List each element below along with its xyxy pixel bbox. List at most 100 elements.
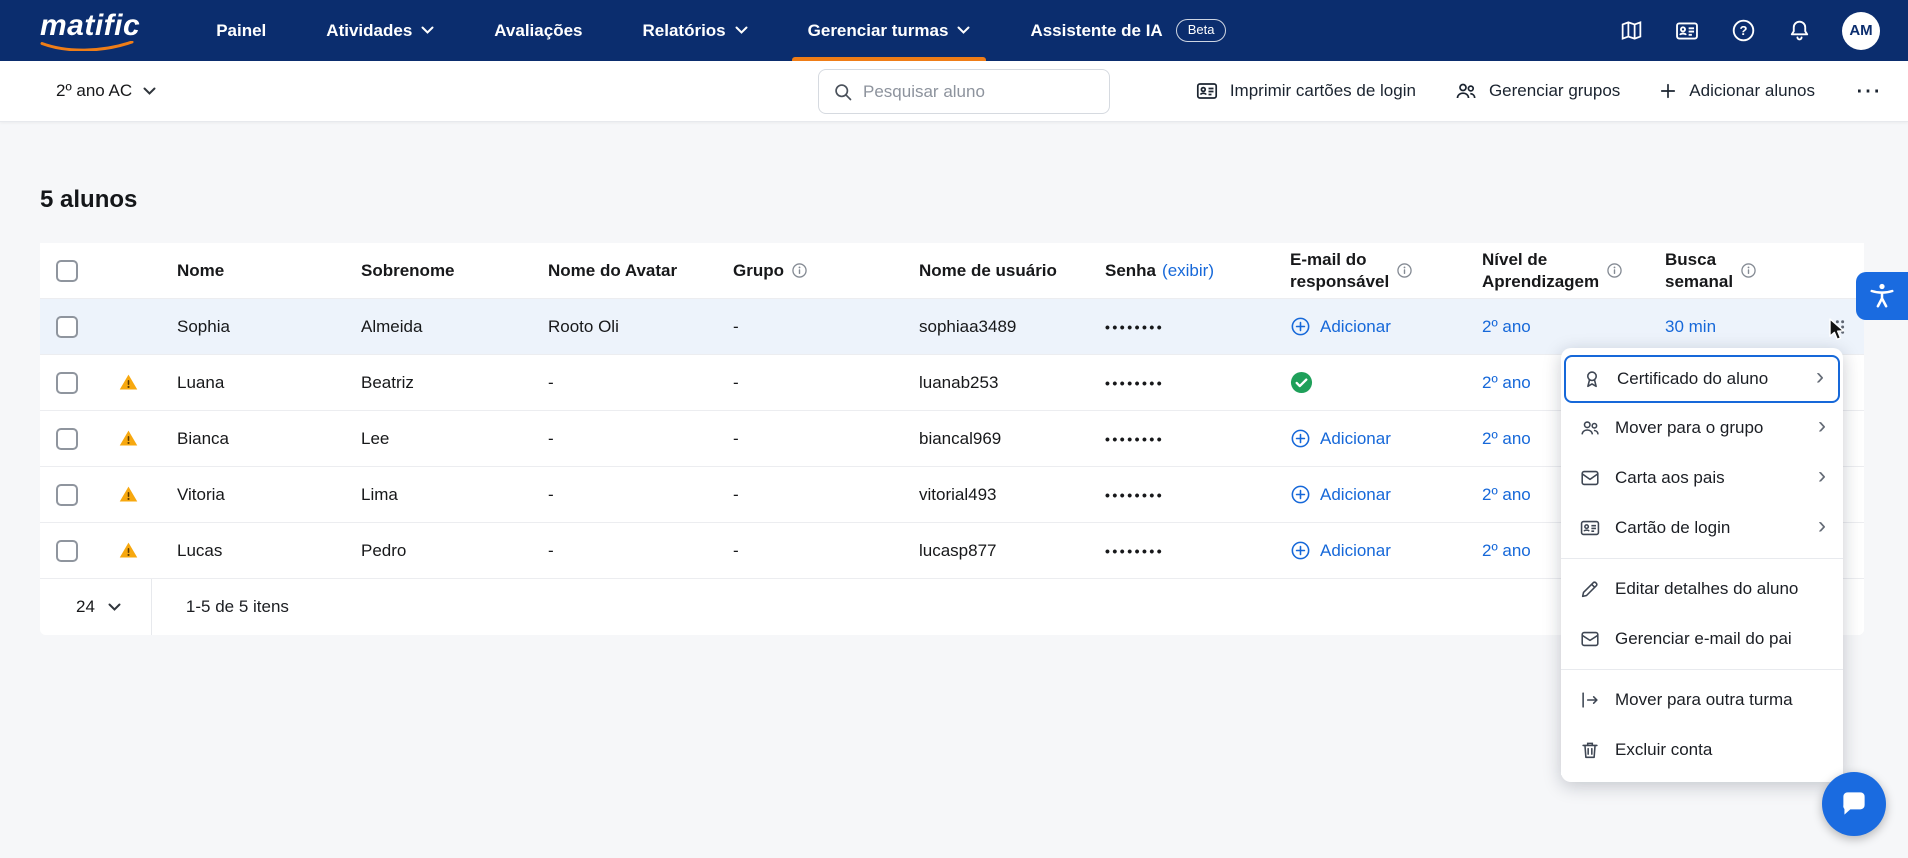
- help-icon[interactable]: ?: [1730, 18, 1756, 44]
- nav-item-gerenciar-turmas[interactable]: Gerenciar turmas: [791, 0, 987, 61]
- plus-circle-icon: [1291, 429, 1310, 448]
- menu-item-label: Mover para o grupo: [1615, 418, 1764, 437]
- button-label: Gerenciar grupos: [1488, 81, 1621, 100]
- nav-item-atividades[interactable]: Atividades: [326, 0, 434, 61]
- info-icon[interactable]: [1397, 263, 1412, 278]
- menu-item-mover-para-o-grupo[interactable]: Mover para o grupo ›: [1561, 403, 1843, 453]
- password-dots: ••••••••: [1105, 486, 1165, 503]
- learning-level-link[interactable]: 2º ano: [1482, 541, 1531, 561]
- header-grupo: Grupo: [733, 261, 919, 281]
- nav-item-relatorios[interactable]: Relatórios: [643, 0, 748, 61]
- header-nivel-aprendizagem: Nível de Aprendizagem: [1482, 249, 1665, 292]
- manage-groups-button[interactable]: Gerenciar grupos: [1454, 79, 1620, 103]
- accessibility-icon: [1870, 283, 1894, 308]
- logo-swoosh-icon: [40, 40, 134, 51]
- chevron-down-icon: [735, 26, 748, 34]
- header-nome-do-avatar: Nome do Avatar: [548, 260, 678, 280]
- menu-divider: [1561, 558, 1843, 559]
- chat-bubble-icon: [1843, 792, 1865, 815]
- select-all-checkbox[interactable]: [56, 259, 78, 282]
- students-count-title: 5 alunos: [40, 186, 138, 213]
- add-email-link[interactable]: Adicionar: [1290, 428, 1391, 449]
- cell-name: Luana: [177, 372, 225, 392]
- menu-item-cartao-de-login[interactable]: Cartão de login ›: [1561, 503, 1843, 553]
- row-checkbox[interactable]: [56, 539, 78, 562]
- group-icon: [1578, 417, 1601, 439]
- row-checkbox[interactable]: [56, 483, 78, 506]
- row-checkbox[interactable]: [56, 371, 78, 394]
- table-header-row: Nome Sobrenome Nome do Avatar Grupo Nome…: [40, 243, 1864, 299]
- user-avatar[interactable]: AM: [1842, 11, 1880, 50]
- weekly-search-link[interactable]: 30 min: [1665, 317, 1716, 337]
- header-nome-de-usuario: Nome de usuário: [919, 260, 1057, 280]
- page-size-selector[interactable]: 24: [40, 579, 151, 635]
- learning-level-link[interactable]: 2º ano: [1482, 485, 1531, 505]
- menu-item-label: Gerenciar e-mail do pai: [1615, 629, 1792, 648]
- svg-text:?: ?: [1739, 23, 1747, 38]
- row-checkbox[interactable]: [56, 315, 78, 338]
- add-email-link[interactable]: Adicionar: [1290, 540, 1391, 561]
- chevron-right-icon: ›: [1818, 462, 1826, 489]
- menu-item-certificado-do-aluno[interactable]: Certificado do aluno ›: [1564, 355, 1840, 403]
- add-students-button[interactable]: Adicionar alunos: [1658, 81, 1815, 101]
- menu-item-excluir-conta[interactable]: Excluir conta: [1561, 725, 1843, 775]
- nav-item-painel[interactable]: Painel: [216, 0, 266, 61]
- chat-launcher-button[interactable]: [1822, 772, 1886, 836]
- cell-username: luanab253: [919, 372, 999, 392]
- class-selector-label: 2º ano AC: [56, 81, 133, 100]
- cell-avatar-name: -: [548, 428, 554, 448]
- learning-level-link[interactable]: 2º ano: [1482, 317, 1531, 337]
- print-login-cards-button[interactable]: Imprimir cartões de login: [1195, 79, 1416, 103]
- row-context-menu: Certificado do aluno › Mover para o grup…: [1561, 348, 1843, 782]
- info-icon[interactable]: [1607, 263, 1622, 278]
- menu-item-carta-aos-pais[interactable]: Carta aos pais ›: [1561, 453, 1843, 503]
- menu-item-mover-para-outra-turma[interactable]: Mover para outra turma: [1561, 675, 1843, 725]
- nav-label: Relatórios: [642, 20, 726, 40]
- header-email-responsavel: E-mail do responsável: [1290, 249, 1482, 292]
- header-nome: Nome: [177, 260, 225, 280]
- chevron-right-icon: ›: [1816, 363, 1824, 390]
- menu-item-gerenciar-email-do-pai[interactable]: Gerenciar e-mail do pai: [1561, 614, 1843, 664]
- row-menu-button[interactable]: [1829, 314, 1851, 340]
- cell-surname: Lee: [361, 428, 390, 448]
- move-icon: [1578, 689, 1601, 711]
- learning-level-link[interactable]: 2º ano: [1482, 429, 1531, 449]
- nav-label: Assistente de IA: [1030, 20, 1163, 40]
- password-dots: ••••••••: [1105, 430, 1165, 447]
- class-selector[interactable]: 2º ano AC: [56, 61, 156, 121]
- show-passwords-link[interactable]: (exibir): [1162, 261, 1214, 281]
- menu-item-label: Certificado do aluno: [1617, 369, 1769, 388]
- add-email-link[interactable]: Adicionar: [1290, 316, 1391, 337]
- password-dots: ••••••••: [1105, 374, 1165, 391]
- menu-item-editar-detalhes-do-aluno[interactable]: Editar detalhes do aluno: [1561, 564, 1843, 614]
- matific-logo[interactable]: matific: [40, 8, 141, 51]
- info-icon[interactable]: [792, 263, 807, 278]
- cell-name: Bianca: [177, 428, 229, 448]
- map-icon[interactable]: [1618, 18, 1644, 44]
- toolbar-more-button[interactable]: ⋯: [1853, 77, 1884, 105]
- info-icon[interactable]: [1741, 263, 1756, 278]
- bell-icon[interactable]: [1786, 18, 1812, 44]
- warning-icon: [119, 486, 138, 502]
- chevron-right-icon: ›: [1818, 512, 1826, 539]
- accessibility-button[interactable]: [1856, 272, 1908, 320]
- pagination-range-info: 1-5 de 5 itens: [185, 597, 289, 616]
- cell-group: -: [733, 484, 739, 504]
- row-checkbox[interactable]: [56, 427, 78, 450]
- id-card-icon[interactable]: [1674, 18, 1700, 44]
- plus-circle-icon: [1291, 317, 1310, 336]
- navbar-right-icons: ? AM: [1618, 11, 1880, 50]
- nav-item-assistente-ia[interactable]: Assistente de IA Beta: [1030, 0, 1227, 61]
- nav-item-avaliacoes[interactable]: Avaliações: [494, 0, 582, 61]
- add-email-link[interactable]: Adicionar: [1290, 484, 1391, 505]
- learning-level-link[interactable]: 2º ano: [1482, 373, 1531, 393]
- warning-icon: [119, 542, 138, 558]
- trash-icon: [1578, 739, 1601, 761]
- grid-dots-icon: [1835, 319, 1845, 334]
- logo-text: matific: [40, 8, 141, 42]
- search-input[interactable]: [863, 81, 1095, 102]
- email-verified-icon: [1290, 371, 1313, 394]
- nav-label: Gerenciar turmas: [807, 20, 949, 40]
- chevron-down-icon: [957, 26, 970, 34]
- cell-name: Vitoria: [177, 484, 225, 504]
